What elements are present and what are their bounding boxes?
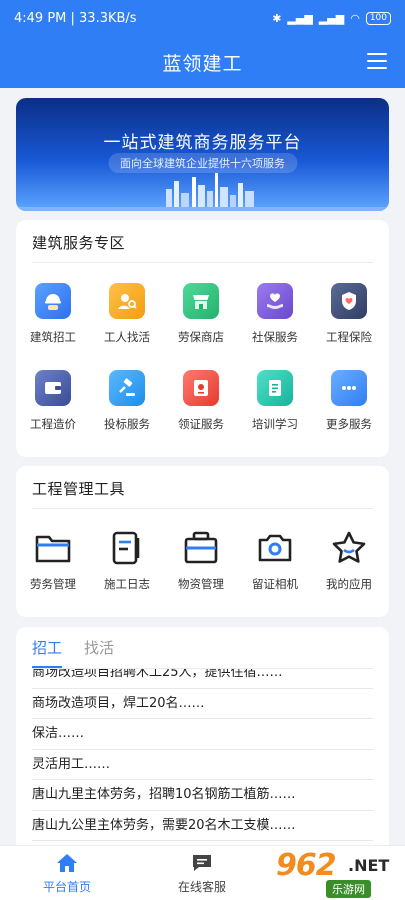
city-skyline-graphic: [16, 173, 389, 211]
service-label: 更多服务: [326, 417, 372, 431]
tool-label: 施工日志: [104, 577, 150, 591]
tool-label: 物资管理: [178, 577, 224, 591]
more-icon: [331, 370, 367, 406]
gavel-icon: [109, 370, 145, 406]
folder-icon: [33, 528, 73, 568]
jobs-card: 招工 找活 商场改造项目招聘木工25人，提供住宿…… 商场改造项目，焊工20名……: [16, 627, 389, 867]
wifi-icon: ◠: [350, 11, 360, 25]
service-insurance[interactable]: 工程保险: [312, 283, 386, 345]
tool-materials[interactable]: 物资管理: [164, 528, 238, 592]
shield-heart-icon: [331, 283, 367, 319]
star-icon: [329, 528, 369, 568]
tool-camera[interactable]: 留证相机: [238, 528, 312, 592]
watermark-site: 乐游网: [326, 880, 371, 898]
service-social-security[interactable]: 社保服务: [238, 283, 312, 345]
service-more[interactable]: 更多服务: [312, 370, 386, 432]
service-label: 建筑招工: [30, 330, 76, 344]
document-icon: [257, 370, 293, 406]
person-search-icon: [109, 283, 145, 319]
status-bar: 4:49 PM | 33.3KB/s ✱ ▂▄▆ ▂▄▆ ◠ 100: [0, 0, 405, 36]
service-certificate[interactable]: 领证服务: [164, 370, 238, 432]
home-icon: [12, 852, 122, 874]
services-card: 建筑服务专区 建筑招工 工人找活 劳保商店 社保服务 工程保险 工程造价 投标服…: [16, 220, 389, 457]
tab-find-work[interactable]: 找活: [84, 637, 114, 668]
service-bidding[interactable]: 投标服务: [90, 370, 164, 432]
tool-my-apps[interactable]: 我的应用: [312, 528, 386, 592]
camera-icon: [255, 528, 295, 568]
banner-subtitle: 面向全球建筑企业提供十六项服务: [108, 153, 297, 173]
tab-recruit[interactable]: 招工: [32, 637, 63, 668]
tools-title: 工程管理工具: [32, 480, 126, 498]
nav-customer-service[interactable]: 在线客服: [147, 852, 257, 895]
nav-home[interactable]: 平台首页: [12, 852, 122, 895]
nav-label: 平台首页: [42, 880, 91, 894]
signal-icon-2: ▂▄▆: [318, 11, 345, 25]
job-row[interactable]: 商场改造项目，焊工20名……: [32, 689, 373, 719]
job-row[interactable]: 商场改造项目招聘木工25人，提供住宿……: [32, 669, 373, 689]
promo-banner[interactable]: 一站式建筑商务服务平台 面向全球建筑企业提供十六项服务: [16, 98, 389, 211]
bluetooth-icon: ✱: [272, 11, 282, 25]
nav-label: 在线客服: [177, 880, 226, 894]
battery-icon: 100: [365, 11, 391, 25]
wallet-icon: [35, 370, 71, 406]
jobs-tabs: 招工 找活: [32, 637, 114, 668]
watermark-brand: 962: [276, 848, 337, 883]
job-row[interactable]: 唐山九公里主体劳务，需要20名木工支模……: [32, 811, 373, 841]
tool-label: 我的应用: [326, 577, 372, 591]
service-label: 工程造价: [30, 417, 76, 431]
service-find-work[interactable]: 工人找活: [90, 283, 164, 345]
page-title: 蓝领建工: [162, 52, 243, 75]
services-title: 建筑服务专区: [32, 234, 126, 252]
app-header: 蓝领建工: [0, 36, 405, 88]
service-label: 工程保险: [326, 330, 372, 344]
service-training[interactable]: 培训学习: [238, 370, 312, 432]
tool-labor[interactable]: 劳务管理: [16, 528, 90, 592]
divider: [32, 508, 373, 509]
service-store[interactable]: 劳保商店: [164, 283, 238, 345]
service-recruit[interactable]: 建筑招工: [16, 283, 90, 345]
tools-card: 工程管理工具 劳务管理 施工日志 物资管理 留证相机 我的应用: [16, 466, 389, 617]
log-document-icon: [107, 528, 147, 568]
tool-log[interactable]: 施工日志: [90, 528, 164, 592]
service-label: 投标服务: [104, 417, 150, 431]
toolbox-icon: [181, 528, 221, 568]
job-row[interactable]: 灵活用工……: [32, 750, 373, 780]
service-label: 工人找活: [104, 330, 150, 344]
tool-label: 留证相机: [252, 577, 298, 591]
tool-label: 劳务管理: [30, 577, 76, 591]
worker-helmet-icon: [35, 283, 71, 319]
service-label: 劳保商店: [178, 330, 224, 344]
chat-icon: [147, 852, 257, 874]
hand-heart-icon: [257, 283, 293, 319]
divider: [32, 262, 373, 263]
certificate-icon: [183, 370, 219, 406]
service-label: 社保服务: [252, 330, 298, 344]
status-time-speed: 4:49 PM | 33.3KB/s: [14, 10, 137, 26]
watermark-domain: .NET: [348, 856, 390, 875]
store-icon: [183, 283, 219, 319]
job-row[interactable]: 唐山九里主体劳务，招聘10名钢筋工植筋……: [32, 780, 373, 811]
signal-icon: ▂▄▆: [287, 11, 313, 25]
banner-title: 一站式建筑商务服务平台: [103, 133, 302, 153]
site-watermark: 962 .NET 乐游网: [276, 846, 405, 900]
status-icons: ✱ ▂▄▆ ▂▄▆ ◠ 100: [272, 11, 391, 25]
menu-icon[interactable]: [367, 53, 387, 69]
job-row[interactable]: 保洁……: [32, 719, 373, 750]
service-label: 领证服务: [178, 417, 224, 431]
service-cost[interactable]: 工程造价: [16, 370, 90, 432]
service-label: 培训学习: [252, 417, 298, 431]
